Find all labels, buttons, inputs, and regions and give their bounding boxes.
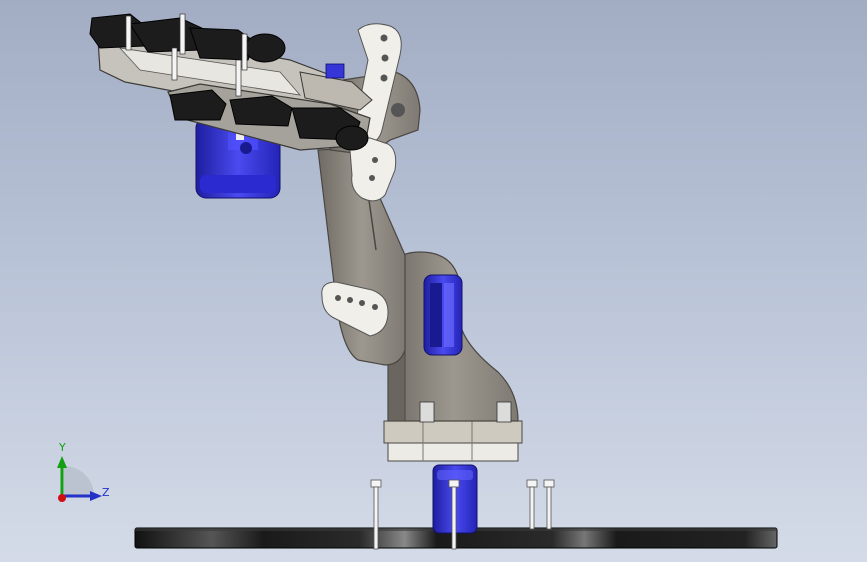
gripper-assembly[interactable]	[89, 13, 373, 151]
shoulder-mount[interactable]	[383, 420, 523, 462]
shoulder-servo[interactable]	[423, 274, 463, 356]
robot-arm-model[interactable]	[0, 0, 867, 562]
z-axis-arrow	[90, 491, 102, 501]
x-axis-dot	[58, 494, 66, 502]
z-axis-label: Z	[102, 486, 110, 499]
y-axis-arrow	[57, 456, 67, 468]
y-axis-label: Y	[59, 441, 66, 454]
cad-viewport[interactable]: Y Z	[0, 0, 867, 562]
